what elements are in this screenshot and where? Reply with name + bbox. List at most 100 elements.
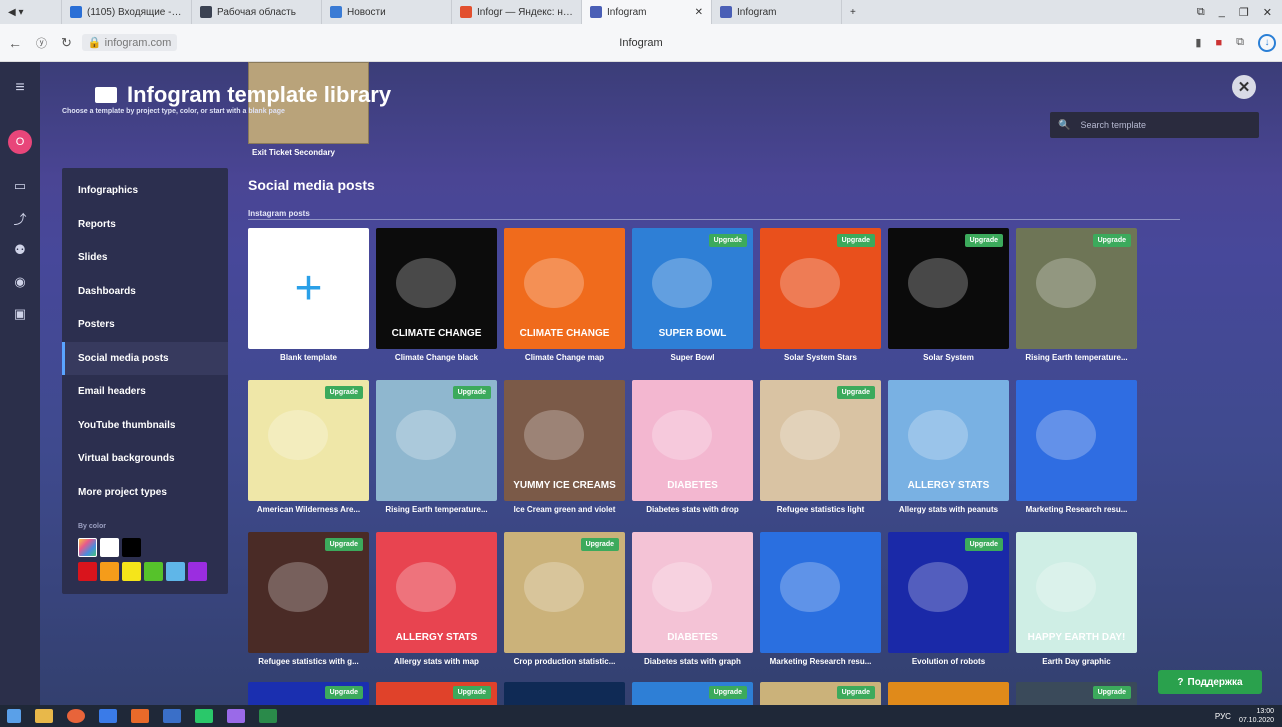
template-card[interactable]: DIABETES Diabetes stats with drop xyxy=(632,380,753,514)
team-icon[interactable]: ⚉ xyxy=(0,234,40,266)
color-filter-swatch[interactable] xyxy=(188,562,207,581)
template-card[interactable]: CLIMATE CHANGE Climate Change map xyxy=(504,228,625,362)
color-filter-swatch[interactable] xyxy=(100,538,119,557)
template-card[interactable]: Upgrade xyxy=(632,682,753,705)
support-button[interactable]: ? Поддержка xyxy=(1158,670,1262,694)
yandex-icon[interactable] xyxy=(99,709,117,723)
excel-icon[interactable] xyxy=(259,709,277,723)
browser-tab[interactable]: Infogram ✕ xyxy=(582,0,712,24)
browser-tab[interactable]: (1105) Входящие - Почта xyxy=(62,0,192,24)
template-card[interactable]: Upgrade xyxy=(376,682,497,705)
template-thumbnail[interactable]: Upgrade xyxy=(888,532,1009,653)
category-item[interactable]: Social media posts xyxy=(62,341,228,375)
template-thumbnail[interactable] xyxy=(1016,380,1137,501)
template-thumbnail[interactable]: CLIMATE CHANGE xyxy=(376,228,497,349)
brand-kit-icon[interactable]: ◉ xyxy=(0,266,40,298)
template-card[interactable]: Upgrade Rising Earth temperature... xyxy=(376,380,497,514)
browser-tab[interactable]: Infogr — Яндекс: нашлось xyxy=(452,0,582,24)
template-thumbnail[interactable]: DIABETES xyxy=(632,380,753,501)
color-filter-swatch[interactable] xyxy=(78,562,97,581)
word-icon[interactable] xyxy=(163,709,181,723)
bookmark-icon[interactable]: ▮ xyxy=(1195,36,1201,49)
messenger-icon[interactable] xyxy=(195,709,213,723)
reload-icon[interactable]: ↻ xyxy=(61,35,72,51)
user-avatar[interactable]: O xyxy=(8,130,32,154)
template-thumbnail[interactable]: ALLERGY STATS xyxy=(376,532,497,653)
color-filter-swatch[interactable] xyxy=(144,562,163,581)
template-thumbnail[interactable]: Upgrade xyxy=(760,228,881,349)
category-item[interactable]: YouTube thumbnails xyxy=(62,409,228,443)
template-card[interactable]: DIABETES Diabetes stats with graph xyxy=(632,532,753,666)
reader-icon[interactable]: ⓨ xyxy=(36,35,47,51)
template-thumbnail[interactable]: Upgrade xyxy=(504,532,625,653)
template-thumbnail[interactable]: Upgrade xyxy=(248,532,369,653)
template-card[interactable]: SUPER BOWL Upgrade Super Bowl xyxy=(632,228,753,362)
hamburger-menu-icon[interactable]: ≡ xyxy=(0,72,40,104)
browser-tab[interactable]: Новости xyxy=(322,0,452,24)
tab-menu-button[interactable]: ◀ ▾ xyxy=(0,0,62,24)
template-thumbnail[interactable]: + xyxy=(248,228,369,349)
template-thumbnail[interactable]: HAPPY EARTH DAY! xyxy=(1016,532,1137,653)
template-card[interactable]: Marketing Research resu... xyxy=(760,532,881,666)
template-card[interactable] xyxy=(504,682,625,705)
template-card[interactable]: ALLERGY STATS Allergy stats with peanuts xyxy=(888,380,1009,514)
category-item[interactable]: Slides xyxy=(62,241,228,275)
language-indicator[interactable]: РУС xyxy=(1215,712,1231,721)
category-item[interactable]: Email headers xyxy=(62,375,228,409)
start-icon[interactable] xyxy=(7,709,21,723)
category-item[interactable]: Posters xyxy=(62,308,228,342)
browser-menu-icon[interactable]: ◀ ▾ xyxy=(8,7,24,18)
new-tab-button[interactable]: + xyxy=(842,0,872,24)
template-card[interactable]: ALLERGY STATS Allergy stats with map xyxy=(376,532,497,666)
template-thumbnail[interactable]: CLIMATE CHANGE xyxy=(504,228,625,349)
category-item[interactable]: Dashboards xyxy=(62,275,228,309)
close-button[interactable]: ✕ xyxy=(1232,75,1256,99)
template-card[interactable]: Marketing Research resu... xyxy=(1016,380,1137,514)
charts-icon[interactable]: ⤴ xyxy=(0,202,40,234)
restore-button[interactable]: ❐ xyxy=(1239,6,1249,19)
minimize-button[interactable]: _ xyxy=(1219,6,1225,19)
extensions-icon[interactable]: ⧉ xyxy=(1197,6,1205,19)
template-card[interactable]: Upgrade Refugee statistics with g... xyxy=(248,532,369,666)
browser-tab[interactable]: Infogram xyxy=(712,0,842,24)
template-card[interactable] xyxy=(888,682,1009,705)
close-tab-icon[interactable]: ✕ xyxy=(695,7,703,18)
viber-icon[interactable] xyxy=(227,709,245,723)
template-thumbnail[interactable]: ALLERGY STATS xyxy=(888,380,1009,501)
category-item[interactable]: Infographics xyxy=(62,174,228,208)
template-thumbnail[interactable]: Upgrade xyxy=(760,380,881,501)
template-thumbnail[interactable]: Upgrade xyxy=(1016,228,1137,349)
template-thumbnail[interactable] xyxy=(760,532,881,653)
color-filter-swatch[interactable] xyxy=(100,562,119,581)
template-card[interactable]: + Blank template xyxy=(248,228,369,362)
template-card[interactable]: Upgrade Evolution of robots xyxy=(888,532,1009,666)
template-thumbnail[interactable]: DIABETES xyxy=(632,532,753,653)
firefox-icon[interactable] xyxy=(131,709,149,723)
color-filter-swatch[interactable] xyxy=(166,562,185,581)
template-thumbnail[interactable]: SUPER BOWL Upgrade xyxy=(632,228,753,349)
browser-tab[interactable]: Рабочая область xyxy=(192,0,322,24)
template-card[interactable]: Upgrade Refugee statistics light xyxy=(760,380,881,514)
media-icon[interactable]: ▣ xyxy=(0,298,40,330)
category-item[interactable]: More project types xyxy=(62,476,228,510)
color-filter-swatch[interactable] xyxy=(78,538,97,557)
template-card[interactable]: HAPPY EARTH DAY! Earth Day graphic xyxy=(1016,532,1137,666)
template-card[interactable]: Upgrade American Wilderness Are... xyxy=(248,380,369,514)
chrome-icon[interactable] xyxy=(67,709,85,723)
category-item[interactable]: Reports xyxy=(62,208,228,242)
template-thumbnail[interactable]: Upgrade xyxy=(888,228,1009,349)
category-item[interactable]: Virtual backgrounds xyxy=(62,442,228,476)
url-field[interactable]: 🔒 infogram.com xyxy=(81,34,178,51)
template-card[interactable]: Upgrade Crop production statistic... xyxy=(504,532,625,666)
share-icon[interactable]: ⧉ xyxy=(1236,36,1244,49)
download-icon[interactable]: ↓ xyxy=(1258,33,1276,52)
template-card[interactable]: CLIMATE CHANGE Climate Change black xyxy=(376,228,497,362)
extension-icon[interactable]: ■ xyxy=(1215,37,1222,49)
close-window-button[interactable]: ✕ xyxy=(1263,6,1272,19)
explorer-icon[interactable] xyxy=(35,709,53,723)
template-card[interactable]: Upgrade Solar System Stars xyxy=(760,228,881,362)
template-card[interactable]: Upgrade Solar System xyxy=(888,228,1009,362)
template-card[interactable]: Upgrade xyxy=(760,682,881,705)
templates-icon[interactable]: ▭ xyxy=(0,170,40,202)
template-thumbnail[interactable]: Upgrade xyxy=(376,380,497,501)
